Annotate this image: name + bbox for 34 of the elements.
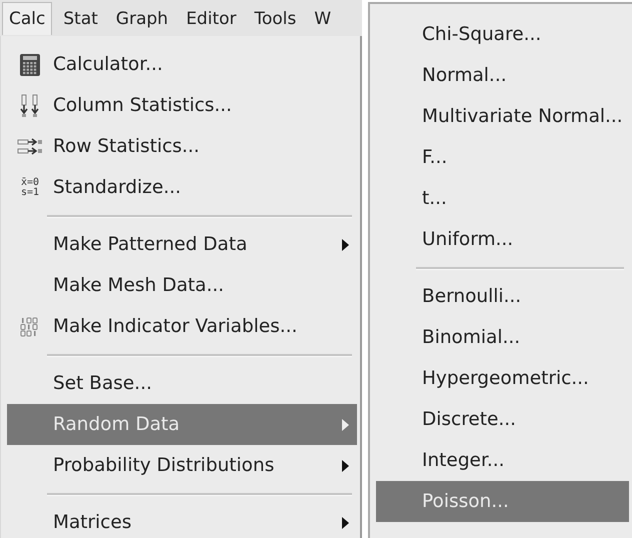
menu-item[interactable]: Make Mesh Data... <box>7 265 357 306</box>
row-arrows-icon <box>17 136 43 156</box>
menu-item[interactable]: Matrices <box>7 502 357 538</box>
standardize-icon: x̄=0 s=1 <box>20 178 40 198</box>
menu-item[interactable]: Poisson... <box>376 481 629 522</box>
indicator-grid-icon <box>20 316 40 336</box>
menu-item[interactable]: Integer... <box>376 440 629 481</box>
menu-bar-item[interactable]: Calc <box>2 2 52 34</box>
menu-item[interactable]: Binomial... <box>376 317 629 358</box>
calculator-icon <box>19 52 41 76</box>
menu-bar-item[interactable]: Graph <box>108 2 176 34</box>
menu-item[interactable]: Probability Distributions <box>7 445 357 486</box>
menu-item[interactable]: x̄=0 s=1 Standardize... <box>7 167 357 208</box>
menu-item[interactable]: Column Statistics... <box>7 85 357 126</box>
menu-item[interactable]: Make Indicator Variables... <box>7 306 357 347</box>
menu-item[interactable]: Discrete... <box>376 399 629 440</box>
menu-item[interactable]: t... <box>376 178 629 219</box>
menu-item[interactable]: Multivariate Normal... <box>376 96 629 137</box>
menu-item[interactable]: Random Data <box>7 404 357 445</box>
menu-item[interactable]: Row Statistics... <box>7 126 357 167</box>
column-arrows-icon <box>19 94 41 118</box>
menu-item[interactable]: Uniform... <box>376 219 629 260</box>
menu-bar-item[interactable]: Stat <box>56 2 105 34</box>
menu-item[interactable]: Hypergeometric... <box>376 358 629 399</box>
menu-item[interactable]: Set Base... <box>7 363 357 404</box>
menu-item[interactable]: Normal... <box>376 55 629 96</box>
menu-item[interactable]: Chi-Square... <box>376 14 629 55</box>
menu-item[interactable]: Calculator... <box>7 44 357 85</box>
menu-item[interactable]: Make Patterned Data <box>7 224 357 265</box>
menu-item[interactable]: F... <box>376 137 629 178</box>
menu-bar-item[interactable]: Editor <box>179 2 244 34</box>
menu-bar-item[interactable]: Tools <box>247 2 304 34</box>
menu-item[interactable]: Bernoulli... <box>376 276 629 317</box>
menu-bar-item[interactable]: W <box>307 2 338 34</box>
